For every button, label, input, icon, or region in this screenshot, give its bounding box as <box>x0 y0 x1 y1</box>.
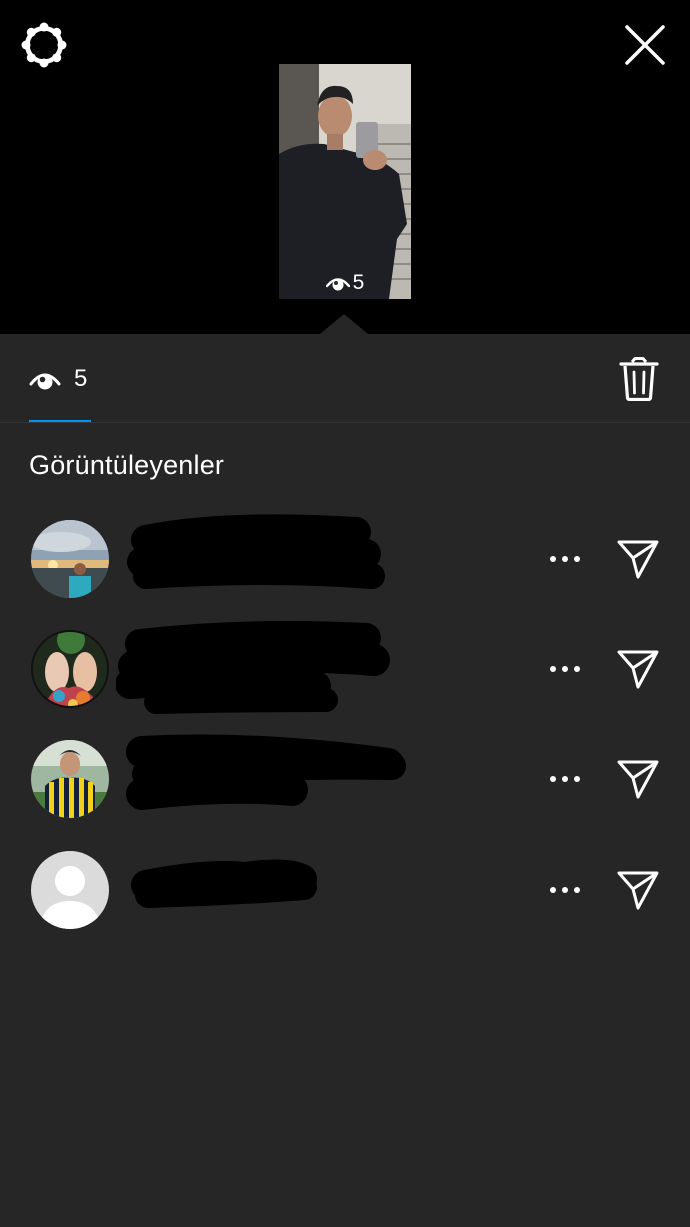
send-icon[interactable] <box>616 868 660 912</box>
viewers-title: Görüntüleyenler <box>29 450 225 480</box>
more-icon[interactable] <box>548 547 582 571</box>
story-thumbnail[interactable]: 5 <box>279 64 411 299</box>
avatar[interactable] <box>31 740 109 818</box>
tab-views[interactable]: 5 <box>29 334 91 422</box>
send-icon[interactable] <box>616 537 660 581</box>
redacted-username <box>126 734 406 810</box>
redacted-username <box>116 621 390 714</box>
send-icon[interactable] <box>616 757 660 801</box>
sunset-avatar-image <box>31 520 109 598</box>
redacted-username <box>131 859 317 908</box>
jersey-avatar-image <box>31 740 109 818</box>
avatar[interactable] <box>31 520 109 598</box>
more-icon[interactable] <box>548 767 582 791</box>
default-avatar-icon <box>31 851 109 929</box>
trash-icon[interactable] <box>619 357 659 401</box>
send-icon[interactable] <box>616 647 660 691</box>
viewer-row[interactable] <box>0 734 690 850</box>
more-icon[interactable] <box>548 657 582 681</box>
tab-active-indicator <box>29 420 91 422</box>
avatar[interactable] <box>31 851 109 929</box>
eye-icon <box>325 278 350 291</box>
viewer-row[interactable] <box>0 851 690 961</box>
more-icon[interactable] <box>548 878 582 902</box>
gear-icon[interactable] <box>21 22 67 68</box>
avatar[interactable] <box>31 630 109 708</box>
story-photo <box>279 64 411 299</box>
viewer-row[interactable] <box>0 514 690 630</box>
views-count: 5 <box>74 365 88 392</box>
close-icon[interactable] <box>624 24 666 66</box>
stats-bar: 5 <box>0 334 690 423</box>
preview-view-count-text: 5 <box>352 271 365 294</box>
eye-icon <box>29 373 61 390</box>
redacted-username <box>127 514 385 589</box>
viewer-row[interactable] <box>0 621 690 740</box>
floral-avatar-image <box>33 632 107 706</box>
story-preview-area: 5 <box>0 0 690 334</box>
preview-view-count: 5 <box>279 271 411 295</box>
preview-pointer <box>320 314 368 334</box>
